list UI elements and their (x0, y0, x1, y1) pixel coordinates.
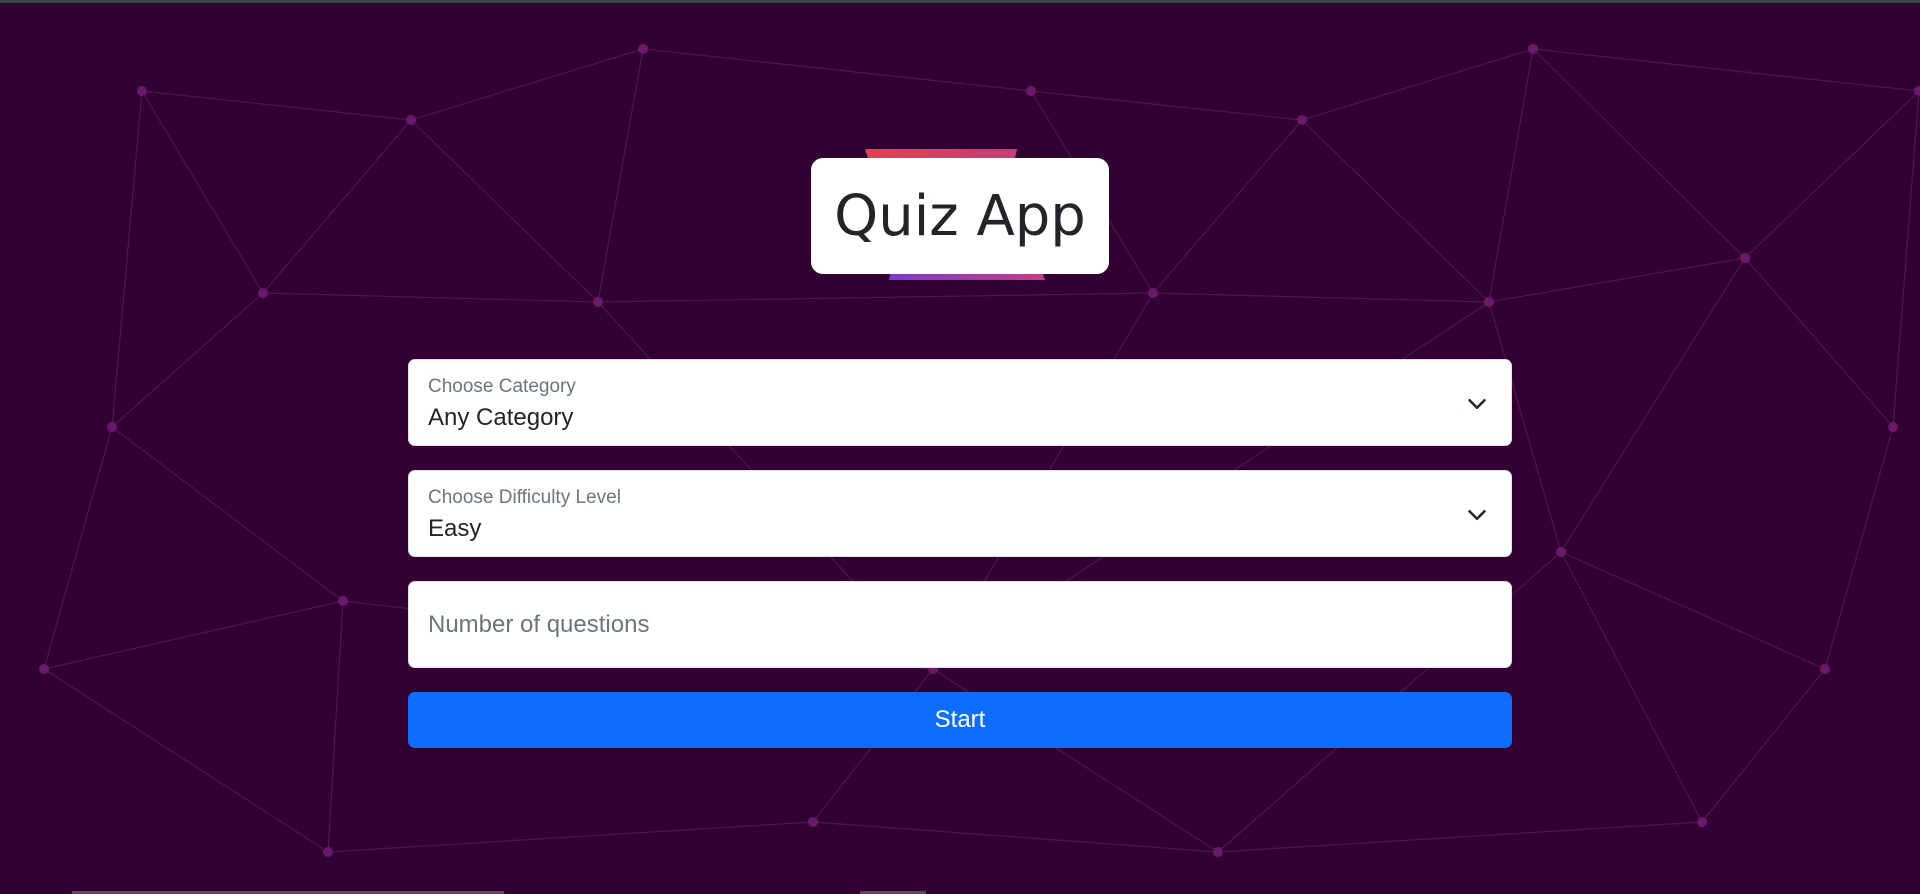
app-title: Quiz App (834, 183, 1086, 249)
category-select-value: Any Category (428, 404, 574, 431)
quiz-setup-page: Quiz App Choose Category Any Category Ch… (0, 0, 1920, 894)
difficulty-select-value: Easy (428, 515, 482, 542)
logo-card: Quiz App (811, 158, 1109, 274)
question-count-field-wrapper (408, 581, 1512, 668)
difficulty-select-label: Choose Difficulty Level (428, 487, 621, 508)
app-logo: Quiz App (811, 148, 1109, 284)
question-count-input[interactable] (428, 604, 1511, 645)
start-button[interactable]: Start (408, 692, 1512, 748)
chevron-down-icon (1468, 510, 1486, 520)
difficulty-select[interactable]: Choose Difficulty Level Easy (408, 470, 1512, 557)
category-select[interactable]: Choose Category Any Category (408, 359, 1512, 446)
category-select-label: Choose Category (428, 376, 576, 397)
quiz-settings-form: Choose Category Any Category Choose Diff… (408, 359, 1512, 748)
chevron-down-icon (1468, 399, 1486, 409)
